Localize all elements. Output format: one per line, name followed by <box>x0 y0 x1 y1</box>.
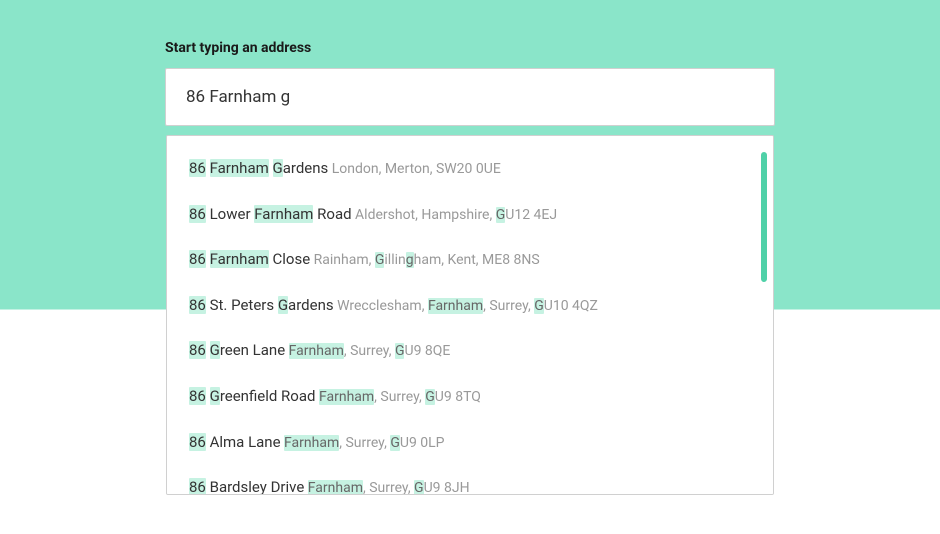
input-label: Start typing an address <box>165 40 775 56</box>
suggestion-list: 86 Farnham Gardens London, Merton, SW20 … <box>167 136 773 495</box>
suggestion-item[interactable]: 86 Green Lane Farnham, Surrey, GU9 8QE <box>167 328 773 374</box>
suggestion-item[interactable]: 86 Greenfield Road Farnham, Surrey, GU9 … <box>167 374 773 420</box>
suggestion-dropdown: 86 Farnham Gardens London, Merton, SW20 … <box>166 135 774 495</box>
suggestion-item[interactable]: 86 Lower Farnham Road Aldershot, Hampshi… <box>167 192 773 238</box>
scrollbar-thumb[interactable] <box>761 152 767 282</box>
suggestion-item[interactable]: 86 Alma Lane Farnham, Surrey, GU9 0LP <box>167 420 773 466</box>
suggestion-item[interactable]: 86 St. Peters Gardens Wrecclesham, Farnh… <box>167 283 773 329</box>
suggestion-item[interactable]: 86 Farnham Close Rainham, Gillingham, Ke… <box>167 237 773 283</box>
address-search-input[interactable] <box>166 69 774 125</box>
suggestion-item[interactable]: 86 Farnham Gardens London, Merton, SW20 … <box>167 146 773 192</box>
address-input-wrapper: 86 Farnham Gardens London, Merton, SW20 … <box>165 68 775 126</box>
suggestion-item[interactable]: 86 Bardsley Drive Farnham, Surrey, GU9 8… <box>167 465 773 495</box>
